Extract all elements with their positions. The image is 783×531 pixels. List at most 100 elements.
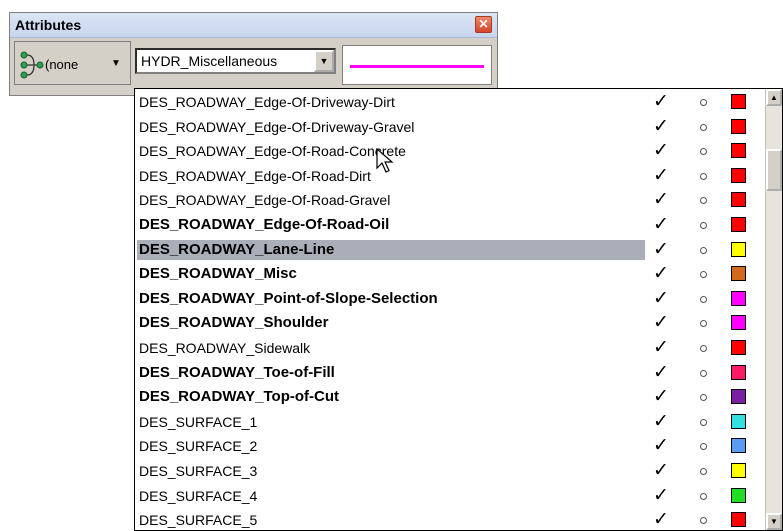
attributes-toolbar: (none ▼ HYDR_Miscellaneous ▼	[14, 41, 493, 93]
panel-title: Attributes	[15, 17, 82, 33]
list-item[interactable]: DES_ROADWAY_Sidewalk ✓	[135, 336, 765, 360]
color-swatch	[731, 315, 746, 331]
color-swatch	[731, 340, 746, 355]
level-combo[interactable]: HYDR_Miscellaneous ▼	[135, 48, 336, 74]
list-item[interactable]: DES_ROADWAY_Edge-Of-Driveway-Dirt ✓	[135, 90, 765, 114]
list-item[interactable]: DES_SURFACE_1 ✓	[135, 410, 765, 434]
checkmark-icon: ✓	[653, 337, 669, 358]
line-style-sample	[350, 65, 484, 68]
color-swatch	[731, 143, 746, 159]
lock-status-icon	[700, 517, 707, 525]
lock-status-icon	[700, 369, 707, 377]
checkmark-icon: ✓	[653, 361, 669, 383]
lock-status-icon	[700, 246, 707, 254]
scroll-down-button[interactable]: ▼	[766, 513, 782, 530]
checkmark-icon: ✓	[653, 140, 669, 162]
level-combo-value: HYDR_Miscellaneous	[141, 53, 278, 69]
checkmark-icon: ✓	[653, 263, 669, 285]
line-style-picker[interactable]	[342, 45, 492, 85]
list-item[interactable]: DES_ROADWAY_Point-of-Slope-Selection ✓	[135, 287, 765, 311]
close-icon: ✕	[478, 17, 489, 31]
color-swatch	[731, 463, 746, 478]
list-item[interactable]: DES_ROADWAY_Misc ✓	[135, 262, 765, 286]
checkmark-icon: ✓	[653, 189, 669, 211]
level-name: DES_SURFACE_1	[139, 413, 258, 430]
list-item[interactable]: DES_ROADWAY_Edge-Of-Road-Gravel ✓	[135, 188, 765, 212]
color-swatch	[731, 241, 746, 257]
level-dropdown-list[interactable]: DES_ROADWAY_Edge-Of-Driveway-Dirt ✓ DES_RO…	[134, 88, 783, 531]
lock-status-icon	[700, 320, 707, 328]
close-button[interactable]: ✕	[475, 16, 492, 33]
checkmark-icon: ✓	[653, 238, 669, 260]
lock-status-icon	[700, 172, 707, 180]
checkmark-icon: ✓	[653, 484, 669, 506]
checkmark-icon: ✓	[653, 460, 669, 481]
checkmark-icon: ✓	[653, 214, 669, 235]
list-item[interactable]: DES_SURFACE_3 ✓	[135, 459, 765, 483]
level-name: DES_ROADWAY_Lane-Line	[137, 239, 645, 260]
attributes-panel: Attributes ✕ (none ▼ HYDR_Miscellaneous …	[9, 12, 498, 96]
level-name: DES_ROADWAY_Top-of-Cut	[139, 388, 339, 406]
lock-status-icon	[700, 271, 707, 279]
list-item[interactable]: DES_ROADWAY_Top-of-Cut ✓	[135, 385, 765, 409]
checkmark-icon: ✓	[653, 91, 669, 112]
list-item[interactable]: DES_SURFACE_5 ✓	[135, 508, 765, 531]
lock-status-icon	[700, 394, 707, 402]
lock-status-icon	[700, 197, 707, 205]
color-swatch	[731, 167, 746, 183]
color-swatch	[731, 290, 746, 306]
checkmark-icon: ✓	[653, 386, 669, 408]
list-item[interactable]: DES_ROADWAY_Lane-Line ✓	[135, 238, 765, 262]
combo-dropdown-button[interactable]: ▼	[314, 50, 334, 72]
lock-status-icon	[700, 492, 707, 500]
level-name: DES_ROADWAY_Sidewalk	[139, 340, 311, 356]
scroll-up-button[interactable]: ▲	[766, 89, 782, 106]
checkmark-icon: ✓	[653, 509, 669, 531]
lock-status-icon	[700, 123, 707, 131]
level-name: DES_ROADWAY_Edge-Of-Driveway-Dirt	[139, 94, 395, 110]
color-swatch	[731, 413, 746, 429]
list-item[interactable]: DES_SURFACE_4 ✓	[135, 484, 765, 508]
level-name: DES_ROADWAY_Edge-Of-Road-Oil	[139, 216, 390, 233]
level-tree-icon	[20, 51, 44, 84]
checkmark-icon: ✓	[653, 287, 669, 309]
list-item[interactable]: DES_ROADWAY_Edge-Of-Driveway-Gravel ✓	[135, 115, 765, 139]
level-display-button[interactable]: (none ▼	[14, 41, 131, 85]
panel-title-bar[interactable]: Attributes ✕	[10, 13, 497, 38]
lock-status-icon	[700, 418, 707, 426]
list-item[interactable]: DES_ROADWAY_Edge-Of-Road-Oil ✓	[135, 213, 765, 237]
list-item[interactable]: DES_ROADWAY_Edge-Of-Road-Concrete ✓	[135, 139, 765, 163]
list-item[interactable]: DES_ROADWAY_Edge-Of-Road-Dirt ✓	[135, 164, 765, 188]
lock-status-icon	[700, 345, 707, 352]
level-name: DES_ROADWAY_Point-of-Slope-Selection	[139, 289, 438, 307]
chevron-down-icon: ▼	[111, 58, 121, 69]
mouse-cursor-icon	[376, 147, 394, 179]
lock-status-icon	[700, 468, 707, 475]
arrow-up-icon: ▲	[770, 93, 778, 102]
vertical-scrollbar[interactable]: ▲ ▼	[765, 89, 782, 530]
checkmark-icon: ✓	[653, 410, 669, 432]
color-swatch	[731, 512, 746, 528]
color-swatch	[731, 266, 746, 282]
level-name: DES_ROADWAY_Misc	[139, 265, 297, 283]
level-name: DES_SURFACE_3	[139, 463, 258, 479]
checkmark-icon: ✓	[653, 164, 669, 186]
checkmark-icon: ✓	[653, 115, 669, 137]
checkmark-icon: ✓	[653, 312, 669, 334]
color-swatch	[731, 487, 746, 503]
checkmark-icon: ✓	[653, 435, 669, 457]
color-swatch	[731, 438, 746, 454]
list-item[interactable]: DES_ROADWAY_Shoulder ✓	[135, 311, 765, 335]
list-item[interactable]: DES_ROADWAY_Toe-of-Fill ✓	[135, 361, 765, 385]
scroll-thumb[interactable]	[766, 149, 782, 191]
level-name: DES_SURFACE_2	[139, 438, 258, 455]
level-name: DES_ROADWAY_Edge-Of-Driveway-Gravel	[139, 118, 415, 135]
lock-status-icon	[700, 222, 707, 229]
list-item[interactable]: DES_SURFACE_2 ✓	[135, 434, 765, 458]
level-name: DES_ROADWAY_Edge-Of-Road-Gravel	[139, 192, 391, 209]
level-button-label: (none	[45, 57, 79, 72]
level-name: DES_ROADWAY_Shoulder	[139, 314, 329, 332]
color-swatch	[731, 192, 746, 208]
lock-status-icon	[700, 443, 707, 451]
arrow-down-icon: ▼	[770, 517, 778, 526]
